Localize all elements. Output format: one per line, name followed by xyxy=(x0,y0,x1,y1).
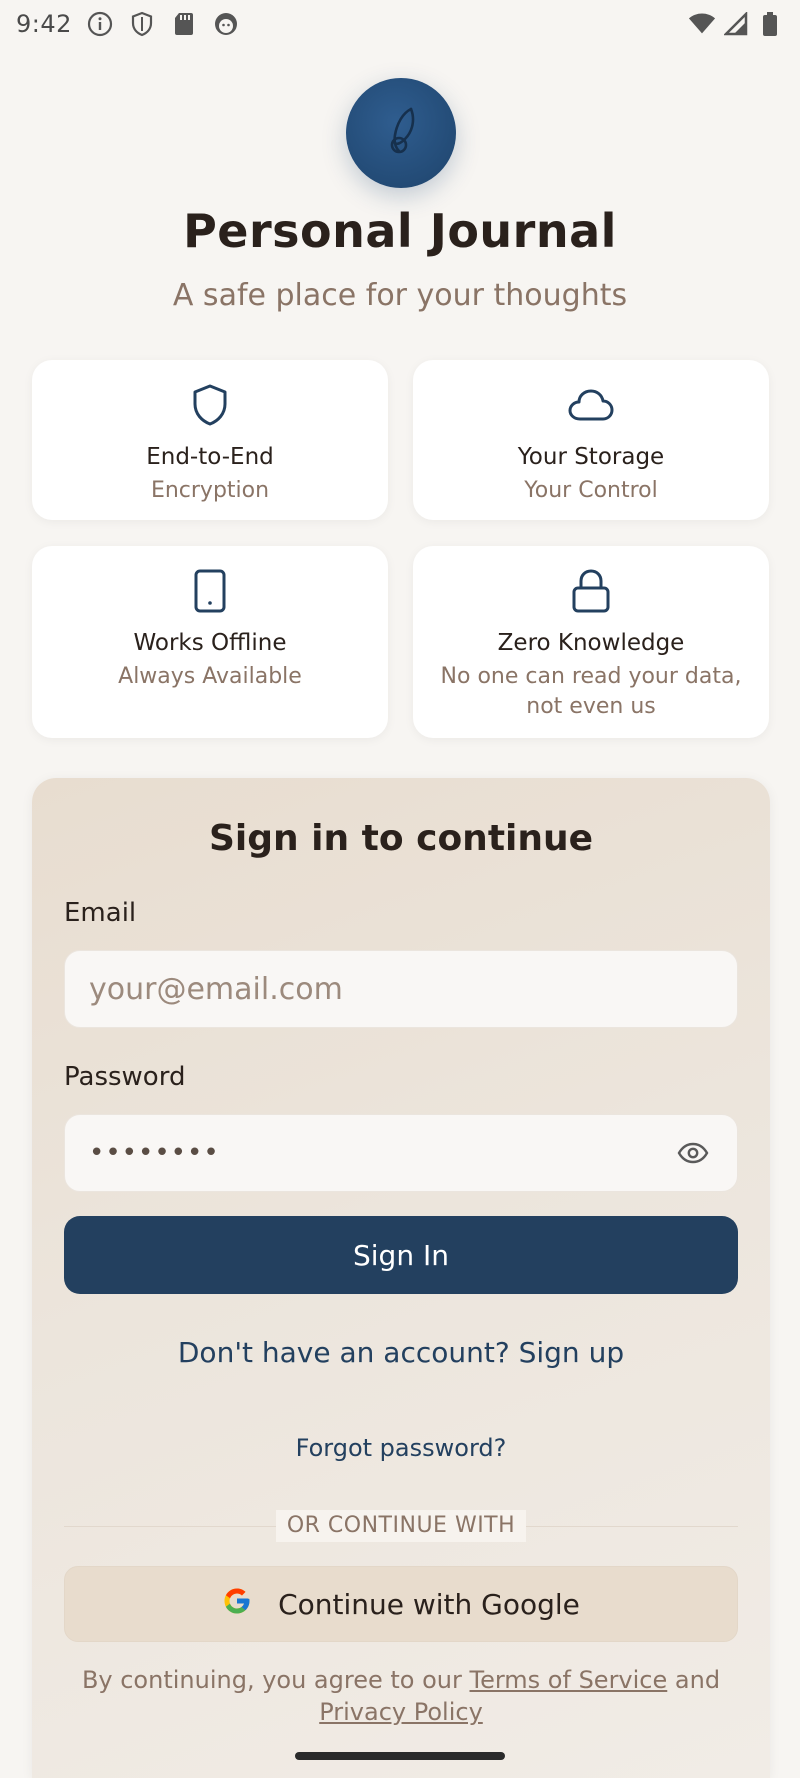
battery-icon xyxy=(756,10,784,38)
status-bar-left: 9:42 xyxy=(16,10,240,38)
android-icon xyxy=(212,10,240,38)
terms-prefix: By continuing, you agree to our xyxy=(81,1666,462,1694)
login-screen: 9:42 Personal Journal A safe place for y… xyxy=(0,0,800,1778)
divider-text: OR CONTINUE WITH xyxy=(276,1510,526,1542)
terms-of-service-link[interactable]: Terms of Service xyxy=(470,1666,668,1694)
feature-card-encryption: End-to-End Encryption xyxy=(32,360,388,520)
feature-card-storage: Your Storage Your Control xyxy=(413,360,769,520)
forgot-password-link[interactable]: Forgot password? xyxy=(32,1434,770,1462)
app-subtitle: A safe place for your thoughts xyxy=(172,278,628,313)
wifi-icon xyxy=(688,10,716,38)
phone-icon xyxy=(32,568,388,614)
status-bar-right xyxy=(688,10,784,38)
feature-description: Your Control xyxy=(524,478,658,503)
password-field[interactable]: •••••••• xyxy=(64,1114,738,1192)
signin-title: Sign in to continue xyxy=(208,818,594,859)
feather-pen-icon xyxy=(377,105,425,161)
terms-and: and xyxy=(674,1666,721,1694)
feature-title: End-to-End xyxy=(146,444,274,470)
email-field[interactable] xyxy=(89,971,713,1007)
feature-title: Your Storage xyxy=(517,444,665,470)
home-indicator[interactable] xyxy=(295,1752,505,1760)
lock-icon xyxy=(413,568,769,614)
feature-card-zero-knowledge: Zero Knowledge No one can read your data… xyxy=(413,546,769,738)
password-label: Password xyxy=(64,1062,186,1092)
status-time: 9:42 xyxy=(16,10,72,38)
privacy-policy-link[interactable]: Privacy Policy xyxy=(319,1698,483,1726)
status-bar: 9:42 xyxy=(0,0,800,48)
cellular-signal-icon xyxy=(722,10,750,38)
app-logo xyxy=(346,78,456,188)
feature-card-offline: Works Offline Always Available xyxy=(32,546,388,738)
shield-icon xyxy=(32,382,388,428)
password-value: •••••••• xyxy=(89,1138,220,1168)
app-title: Personal Journal xyxy=(183,204,617,258)
terms-notice: By continuing, you agree to our Terms of… xyxy=(52,1664,750,1728)
feature-title: Zero Knowledge xyxy=(497,630,685,656)
google-signin-button[interactable]: Continue with Google xyxy=(64,1566,738,1642)
feature-title: Works Offline xyxy=(133,630,287,656)
cloud-icon xyxy=(413,382,769,428)
email-label: Email xyxy=(64,898,137,928)
feature-description: Encryption xyxy=(150,478,270,503)
sign-up-link[interactable]: Don't have an account? Sign up xyxy=(32,1336,770,1369)
sd-card-icon xyxy=(170,10,198,38)
email-field-container xyxy=(64,950,738,1028)
sign-in-button[interactable]: Sign In xyxy=(64,1216,738,1294)
google-button-label: Continue with Google xyxy=(278,1587,580,1621)
info-icon xyxy=(86,10,114,38)
eye-icon[interactable] xyxy=(673,1133,713,1173)
feature-description: Always Available xyxy=(118,664,302,689)
shield-icon xyxy=(128,10,156,38)
google-icon xyxy=(222,1586,252,1623)
feature-description: No one can read your data, not even us xyxy=(440,664,742,719)
signin-card: Sign in to continue Email Password •••••… xyxy=(32,778,770,1778)
